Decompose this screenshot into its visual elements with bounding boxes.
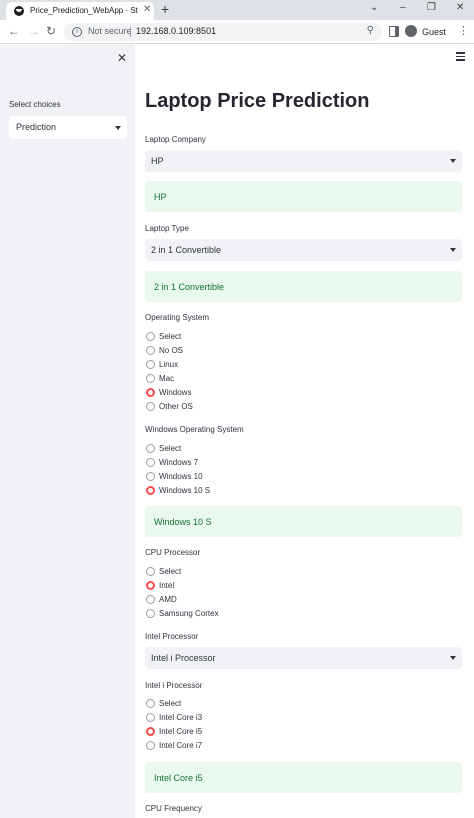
type-success-box: 2 in 1 Convertible bbox=[145, 271, 462, 302]
radio-label: Windows bbox=[159, 388, 192, 397]
type-label: Laptop Type bbox=[145, 224, 189, 233]
profile-label[interactable]: Guest bbox=[422, 27, 446, 37]
intel-i-success-text: Intel Core i5 bbox=[154, 773, 203, 783]
caret-down-icon bbox=[115, 126, 121, 130]
radio-circle bbox=[146, 360, 155, 369]
radio-label: Windows 7 bbox=[159, 458, 199, 467]
intel-label: Intel Processor bbox=[145, 632, 199, 641]
intel-i-label: Intel i Processor bbox=[145, 681, 203, 690]
radio-label: Intel Core i3 bbox=[159, 713, 203, 722]
type-select[interactable]: 2 in 1 Convertible bbox=[145, 239, 462, 261]
os-label: Operating System bbox=[145, 313, 210, 322]
radio-circle bbox=[146, 699, 155, 708]
not-secure-label: Not secure bbox=[88, 26, 132, 36]
radio-circle-selected bbox=[146, 486, 155, 495]
zoom-search-icon[interactable]: ⚲ bbox=[367, 25, 374, 36]
radio-label: Intel Core i7 bbox=[159, 741, 203, 750]
side-panel-icon[interactable] bbox=[389, 26, 399, 37]
restore-icon[interactable]: ❐ bbox=[427, 2, 436, 13]
radio-label: Intel Core i5 bbox=[159, 727, 203, 736]
radio-label: Select bbox=[159, 567, 182, 576]
radio-circle bbox=[146, 713, 155, 722]
type-success-text: 2 in 1 Convertible bbox=[154, 282, 225, 292]
company-success-text: HP bbox=[154, 192, 167, 202]
forward-arrow-icon[interactable]: → bbox=[28, 24, 40, 38]
radio-circle bbox=[146, 741, 155, 750]
sidebar-close-icon[interactable]: ✕ bbox=[117, 51, 127, 65]
window-close-icon[interactable]: ✕ bbox=[456, 2, 464, 13]
win-os-success-box: Windows 10 S bbox=[145, 506, 462, 537]
caret-down-icon bbox=[450, 159, 456, 163]
radio-circle bbox=[146, 346, 155, 355]
radio-label: AMD bbox=[159, 595, 177, 604]
address-bar[interactable]: i Not secure 192.168.0.109:8501 ⚲ bbox=[64, 23, 382, 41]
cpu-label: CPU Processor bbox=[145, 548, 201, 557]
caret-down-icon bbox=[450, 248, 456, 252]
browser-tab[interactable]: Price_Prediction_WebApp · Strea ✕ bbox=[6, 2, 154, 20]
reload-icon[interactable]: ↻ bbox=[46, 24, 56, 38]
radio-label: Select bbox=[159, 699, 182, 708]
company-success-box: HP bbox=[145, 181, 462, 212]
intel-i-success-box: Intel Core i5 bbox=[145, 762, 462, 793]
streamlit-favicon-icon bbox=[14, 6, 24, 16]
radio-circle bbox=[146, 609, 155, 618]
radio-circle bbox=[146, 595, 155, 604]
tab-title: Price_Prediction_WebApp · Strea bbox=[30, 6, 138, 15]
sidebar-select-label: Select choices bbox=[9, 100, 61, 109]
radio-circle bbox=[146, 402, 155, 411]
hamburger-menu-icon[interactable] bbox=[456, 52, 465, 63]
radio-circle-selected bbox=[146, 727, 155, 736]
browser-tab-bar: Price_Prediction_WebApp · Strea ✕ + ⌄ – … bbox=[0, 0, 474, 20]
sidebar-select-value: Prediction bbox=[16, 122, 57, 132]
win-os-success-text: Windows 10 S bbox=[154, 517, 212, 527]
radio-circle bbox=[146, 458, 155, 467]
radio-label: Other OS bbox=[159, 402, 193, 411]
radio-circle-selected bbox=[146, 388, 155, 397]
radio-circle bbox=[146, 444, 155, 453]
profile-avatar-icon[interactable] bbox=[405, 25, 417, 37]
radio-circle bbox=[146, 472, 155, 481]
sidebar-select[interactable]: Prediction bbox=[9, 116, 127, 139]
win-os-label: Windows Operating System bbox=[145, 425, 244, 434]
info-icon[interactable]: i bbox=[72, 27, 82, 37]
radio-label: Linux bbox=[159, 360, 179, 369]
caret-down-icon bbox=[450, 656, 456, 660]
cpu-frequency-label: CPU Frequency bbox=[145, 804, 202, 813]
radio-label: Intel bbox=[159, 581, 175, 590]
minimize-icon[interactable]: – bbox=[400, 2, 406, 13]
radio-label: No OS bbox=[159, 346, 184, 355]
new-tab-plus-icon[interactable]: + bbox=[161, 1, 169, 17]
radio-circle-selected bbox=[146, 581, 155, 590]
browser-menu-icon[interactable]: ⋮ bbox=[458, 24, 469, 37]
sidebar: ✕ Select choices Prediction bbox=[0, 45, 135, 818]
tab-close-icon[interactable]: ✕ bbox=[143, 4, 151, 15]
address-separator bbox=[130, 27, 131, 37]
radio-label: Samsung Cortex bbox=[159, 609, 219, 618]
radio-circle bbox=[146, 374, 155, 383]
type-select-value: 2 in 1 Convertible bbox=[151, 245, 222, 255]
radio-label: Select bbox=[159, 332, 182, 341]
radio-circle bbox=[146, 567, 155, 576]
intel-select[interactable]: Intel i Processor bbox=[145, 647, 462, 669]
company-select-value: HP bbox=[151, 156, 164, 166]
radio-circle bbox=[146, 332, 155, 341]
company-select[interactable]: HP bbox=[145, 150, 462, 172]
radio-label: Windows 10 S bbox=[159, 486, 211, 495]
intel-select-value: Intel i Processor bbox=[151, 653, 216, 663]
tab-search-chevron-icon[interactable]: ⌄ bbox=[370, 2, 378, 13]
back-arrow-icon[interactable]: ← bbox=[8, 24, 20, 38]
radio-label: Windows 10 bbox=[159, 472, 203, 481]
radio-label: Mac bbox=[159, 374, 175, 383]
url-text[interactable]: 192.168.0.109:8501 bbox=[136, 26, 216, 36]
company-label: Laptop Company bbox=[145, 135, 206, 144]
radio-label: Select bbox=[159, 444, 182, 453]
browser-toolbar: ← → ↻ i Not secure 192.168.0.109:8501 ⚲ … bbox=[0, 20, 474, 44]
page-title: Laptop Price Prediction bbox=[145, 90, 370, 112]
